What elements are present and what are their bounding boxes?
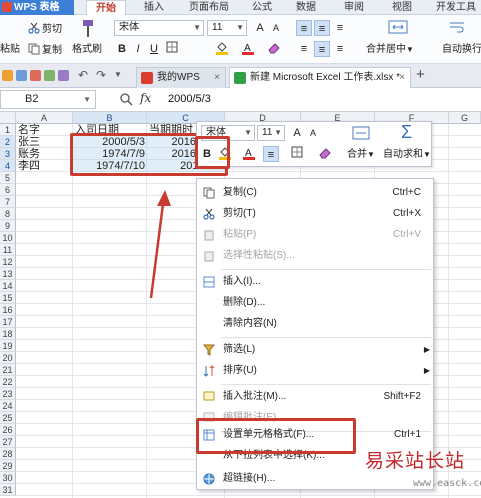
menu-item-label: 复制(C) xyxy=(223,187,257,198)
menu-item-label: 插入批注(M)... xyxy=(223,391,287,402)
mini-merge-button[interactable]: 合并▼ xyxy=(347,148,375,162)
borders-icon xyxy=(291,146,303,158)
mini-autosum-button[interactable]: 自动求和▼ xyxy=(383,148,431,162)
watermark: 易采站长站 www.easck.com xyxy=(365,446,481,498)
scissors-icon xyxy=(203,208,215,220)
menu-item-label: 选择性粘贴(S)... xyxy=(223,250,295,261)
mini-toolbar-highlight-box xyxy=(195,136,230,169)
mini-font-size-select[interactable]: 11 ▼ xyxy=(257,125,285,141)
menu-item-sort[interactable]: 排序(U) ▶ xyxy=(197,361,435,381)
watermark-title: 易采站长站 xyxy=(365,450,466,472)
menu-item-insert-comment[interactable]: 插入批注(M)... Shift+F2 xyxy=(197,387,435,407)
menu-item-label: 剪切(T) xyxy=(223,208,256,219)
menu-item-label: 删除(D)... xyxy=(223,297,266,308)
format-cells-highlight-box xyxy=(196,418,356,454)
sort-icon xyxy=(203,365,215,377)
menu-item-clear-contents[interactable]: 清除内容(N) xyxy=(197,314,435,334)
menu-item-label: 排序(U) xyxy=(223,365,257,376)
mini-borders-button[interactable] xyxy=(289,146,305,162)
menu-item-filter[interactable]: 筛选(L) ▶ xyxy=(197,340,435,360)
menu-shortcut: Ctrl+1 xyxy=(394,429,421,440)
mini-align-center-button[interactable]: ≡ xyxy=(263,146,279,162)
submenu-arrow-icon: ▶ xyxy=(423,345,430,354)
mini-autosum-label: 自动求和 xyxy=(383,149,423,160)
mini-merge-label: 合并 xyxy=(347,149,367,160)
paste-special-icon xyxy=(204,251,214,262)
menu-item-cut[interactable]: 剪切(T) Ctrl+X xyxy=(197,204,435,224)
eraser-icon xyxy=(319,148,331,159)
comment-icon xyxy=(203,391,215,401)
menu-item-label: 超链接(H)... xyxy=(223,473,276,484)
paste-icon xyxy=(204,230,214,241)
mini-font-size-value: 11 xyxy=(262,127,273,138)
menu-item-label: 插入(I)... xyxy=(223,276,261,287)
merge-icon xyxy=(352,126,370,140)
mini-clear-format-button[interactable] xyxy=(317,146,333,162)
menu-separator xyxy=(221,384,431,385)
menu-shortcut: Ctrl+C xyxy=(392,187,421,198)
menu-shortcut: Ctrl+X xyxy=(392,208,421,219)
menu-item-label: 筛选(L) xyxy=(223,344,256,355)
insert-icon xyxy=(203,276,215,288)
chevron-down-icon: ▼ xyxy=(244,128,252,137)
menu-item-copy[interactable]: 复制(C) Ctrl+C xyxy=(197,183,435,203)
menu-separator xyxy=(221,269,431,270)
mini-font-color-button[interactable]: A xyxy=(241,146,257,162)
watermark-url: www.easck.com xyxy=(413,478,481,489)
menu-separator xyxy=(221,337,431,338)
mini-shrink-font-button[interactable]: A xyxy=(305,125,321,141)
copy-icon xyxy=(203,187,215,199)
menu-item-paste[interactable]: 粘贴(P) Ctrl+V xyxy=(197,225,435,245)
mini-grow-font-button[interactable]: A xyxy=(289,125,305,141)
sigma-icon: Σ xyxy=(401,122,413,142)
menu-shortcut: Shift+F2 xyxy=(383,391,421,402)
menu-item-label: 粘贴(P) xyxy=(223,229,257,240)
menu-item-label: 清除内容(N) xyxy=(223,318,277,329)
hyperlink-icon xyxy=(203,473,215,485)
menu-item-delete[interactable]: 删除(D)... xyxy=(197,293,435,313)
menu-item-insert[interactable]: 插入(I)... xyxy=(197,272,435,292)
mini-toolbar: 宋体 ▼ 11 ▼ A A B A ≡ 合并▼ Σ 自动求和▼ xyxy=(196,121,432,167)
filter-icon xyxy=(203,344,215,356)
chevron-down-icon: ▼ xyxy=(274,128,282,137)
font-color-icon: A xyxy=(243,148,255,160)
submenu-arrow-icon: ▶ xyxy=(423,366,430,375)
menu-shortcut: Ctrl+V xyxy=(392,229,421,240)
menu-item-paste-special[interactable]: 选择性粘贴(S)... xyxy=(197,246,435,266)
